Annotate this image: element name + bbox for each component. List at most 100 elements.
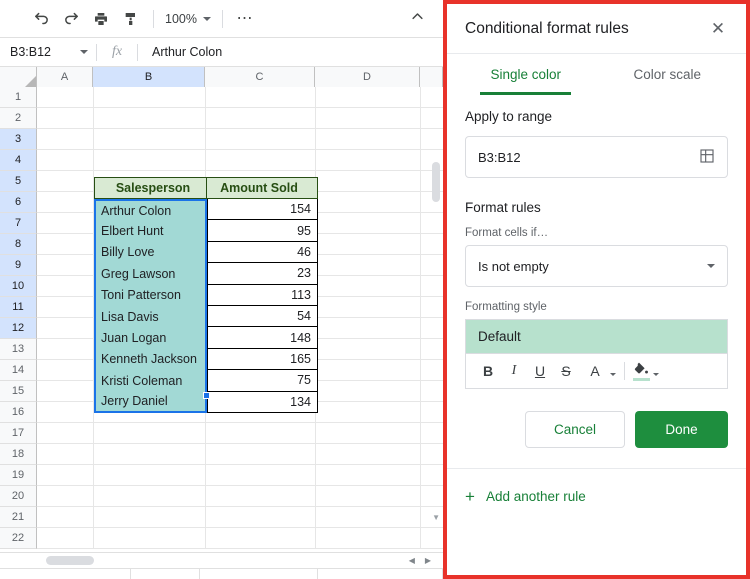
add-another-rule-button[interactable]: + Add another rule: [447, 469, 746, 505]
paint-format-icon[interactable]: [116, 5, 146, 33]
column-header-e[interactable]: [420, 67, 443, 87]
row-header-21[interactable]: 21: [0, 507, 37, 528]
text-color-chevron-icon[interactable]: [610, 372, 616, 376]
cell-amount[interactable]: 165: [207, 348, 318, 371]
row-header-11[interactable]: 11: [0, 297, 37, 318]
row-cells[interactable]: [37, 528, 443, 549]
row-cells[interactable]: [37, 444, 443, 465]
cell-salesperson[interactable]: Juan Logan: [94, 327, 207, 349]
horizontal-scrollbar[interactable]: ◀ ▶: [0, 552, 443, 568]
cell-salesperson[interactable]: Kenneth Jackson: [94, 348, 207, 371]
range-input[interactable]: B3:B12: [465, 136, 728, 178]
table-row[interactable]: Kenneth Jackson 165: [94, 348, 318, 371]
text-color-icon[interactable]: A: [583, 358, 607, 384]
cell-salesperson[interactable]: Arthur Colon: [94, 199, 207, 221]
sheet-tab-seg-1[interactable]: [0, 569, 131, 579]
row-header-13[interactable]: 13: [0, 339, 37, 360]
fill-color-chevron-icon[interactable]: [653, 372, 659, 376]
done-button[interactable]: Done: [635, 411, 728, 448]
row-cells[interactable]: [37, 108, 443, 129]
grid-select-icon[interactable]: [699, 148, 715, 167]
table-row[interactable]: Kristi Coleman 75: [94, 370, 318, 392]
table-row[interactable]: Greg Lawson 23: [94, 263, 318, 285]
row-header-1[interactable]: 1: [0, 87, 37, 108]
cell-amount[interactable]: 75: [207, 370, 318, 392]
collapse-toolbar-icon[interactable]: [410, 9, 425, 29]
row-header-16[interactable]: 16: [0, 402, 37, 423]
formula-input[interactable]: Arthur Colon: [138, 45, 222, 59]
cancel-button[interactable]: Cancel: [525, 411, 625, 448]
select-all-corner[interactable]: [0, 67, 37, 87]
cell-amount[interactable]: 113: [207, 284, 318, 306]
cell-amount[interactable]: 95: [207, 220, 318, 242]
cell-amount[interactable]: 148: [207, 327, 318, 349]
row-header-20[interactable]: 20: [0, 486, 37, 507]
row-header-10[interactable]: 10: [0, 276, 37, 297]
row-header-9[interactable]: 9: [0, 255, 37, 276]
close-icon[interactable]: ✕: [706, 17, 730, 41]
row-header-15[interactable]: 15: [0, 381, 37, 402]
zoom-control[interactable]: 100%: [161, 6, 215, 32]
more-options-icon[interactable]: ⋯: [230, 5, 260, 33]
cell-salesperson[interactable]: Toni Patterson: [94, 284, 207, 306]
table-row[interactable]: Lisa Davis 54: [94, 305, 318, 328]
column-header-d[interactable]: D: [315, 67, 420, 87]
scrollbar-thumb[interactable]: [46, 556, 94, 565]
table-row[interactable]: Arthur Colon 154: [94, 199, 318, 221]
cell-salesperson[interactable]: Greg Lawson: [94, 263, 207, 285]
row-cells[interactable]: [37, 507, 443, 528]
tab-color-scale[interactable]: Color scale: [597, 54, 739, 95]
cell-salesperson[interactable]: Jerry Daniel: [94, 391, 207, 413]
sheet-tab-seg-4[interactable]: [318, 569, 443, 579]
cell-amount[interactable]: 23: [207, 263, 318, 285]
row-cells[interactable]: [37, 423, 443, 444]
cell-salesperson[interactable]: Kristi Coleman: [94, 370, 207, 392]
row-header-17[interactable]: 17: [0, 423, 37, 444]
row-header-14[interactable]: 14: [0, 360, 37, 381]
name-box[interactable]: B3:B12: [0, 38, 96, 67]
scroll-right-icon[interactable]: ▶: [425, 556, 431, 565]
row-header-2[interactable]: 2: [0, 108, 37, 129]
italic-icon[interactable]: I: [502, 358, 526, 384]
row-header-4[interactable]: 4: [0, 150, 37, 171]
column-header-b[interactable]: B: [93, 67, 205, 87]
row-cells[interactable]: [37, 150, 443, 171]
undo-icon[interactable]: [26, 5, 56, 33]
table-row[interactable]: Toni Patterson 113: [94, 284, 318, 306]
sheet-tab-seg-3[interactable]: [200, 569, 318, 579]
table-row[interactable]: Billy Love 46: [94, 241, 318, 264]
table-row[interactable]: Elbert Hunt 95: [94, 220, 318, 242]
row-header-18[interactable]: 18: [0, 444, 37, 465]
vertical-scrollbar[interactable]: [432, 162, 440, 202]
bold-icon[interactable]: B: [476, 358, 500, 384]
cell-amount[interactable]: 46: [207, 241, 318, 264]
cell-salesperson[interactable]: Elbert Hunt: [94, 220, 207, 242]
cell-salesperson[interactable]: Lisa Davis: [94, 305, 207, 328]
row-header-22[interactable]: 22: [0, 528, 37, 549]
row-header-5[interactable]: 5: [0, 171, 37, 192]
fill-color-icon[interactable]: [633, 362, 650, 381]
sheet-tab-seg-2[interactable]: [131, 569, 200, 579]
cell-amount[interactable]: 154: [207, 199, 318, 221]
cell-amount[interactable]: 54: [207, 305, 318, 328]
column-header-a[interactable]: A: [37, 67, 93, 87]
row-header-12[interactable]: 12: [0, 318, 37, 339]
row-header-6[interactable]: 6: [0, 192, 37, 213]
row-cells[interactable]: [37, 486, 443, 507]
row-cells[interactable]: [37, 129, 443, 150]
scroll-down-icon[interactable]: ▼: [432, 513, 440, 522]
selection-fill-handle[interactable]: [203, 392, 210, 399]
cell-salesperson[interactable]: Billy Love: [94, 241, 207, 264]
row-cells[interactable]: [37, 87, 443, 108]
tab-single-color[interactable]: Single color: [455, 54, 597, 95]
row-header-19[interactable]: 19: [0, 465, 37, 486]
table-row[interactable]: Juan Logan 148: [94, 327, 318, 349]
row-header-8[interactable]: 8: [0, 234, 37, 255]
scroll-left-icon[interactable]: ◀: [409, 556, 415, 565]
row-cells[interactable]: [37, 465, 443, 486]
cell-amount[interactable]: 134: [207, 391, 318, 413]
strikethrough-icon[interactable]: S: [554, 358, 578, 384]
condition-dropdown[interactable]: Is not empty: [465, 245, 728, 287]
redo-icon[interactable]: [56, 5, 86, 33]
row-header-3[interactable]: 3: [0, 129, 37, 150]
